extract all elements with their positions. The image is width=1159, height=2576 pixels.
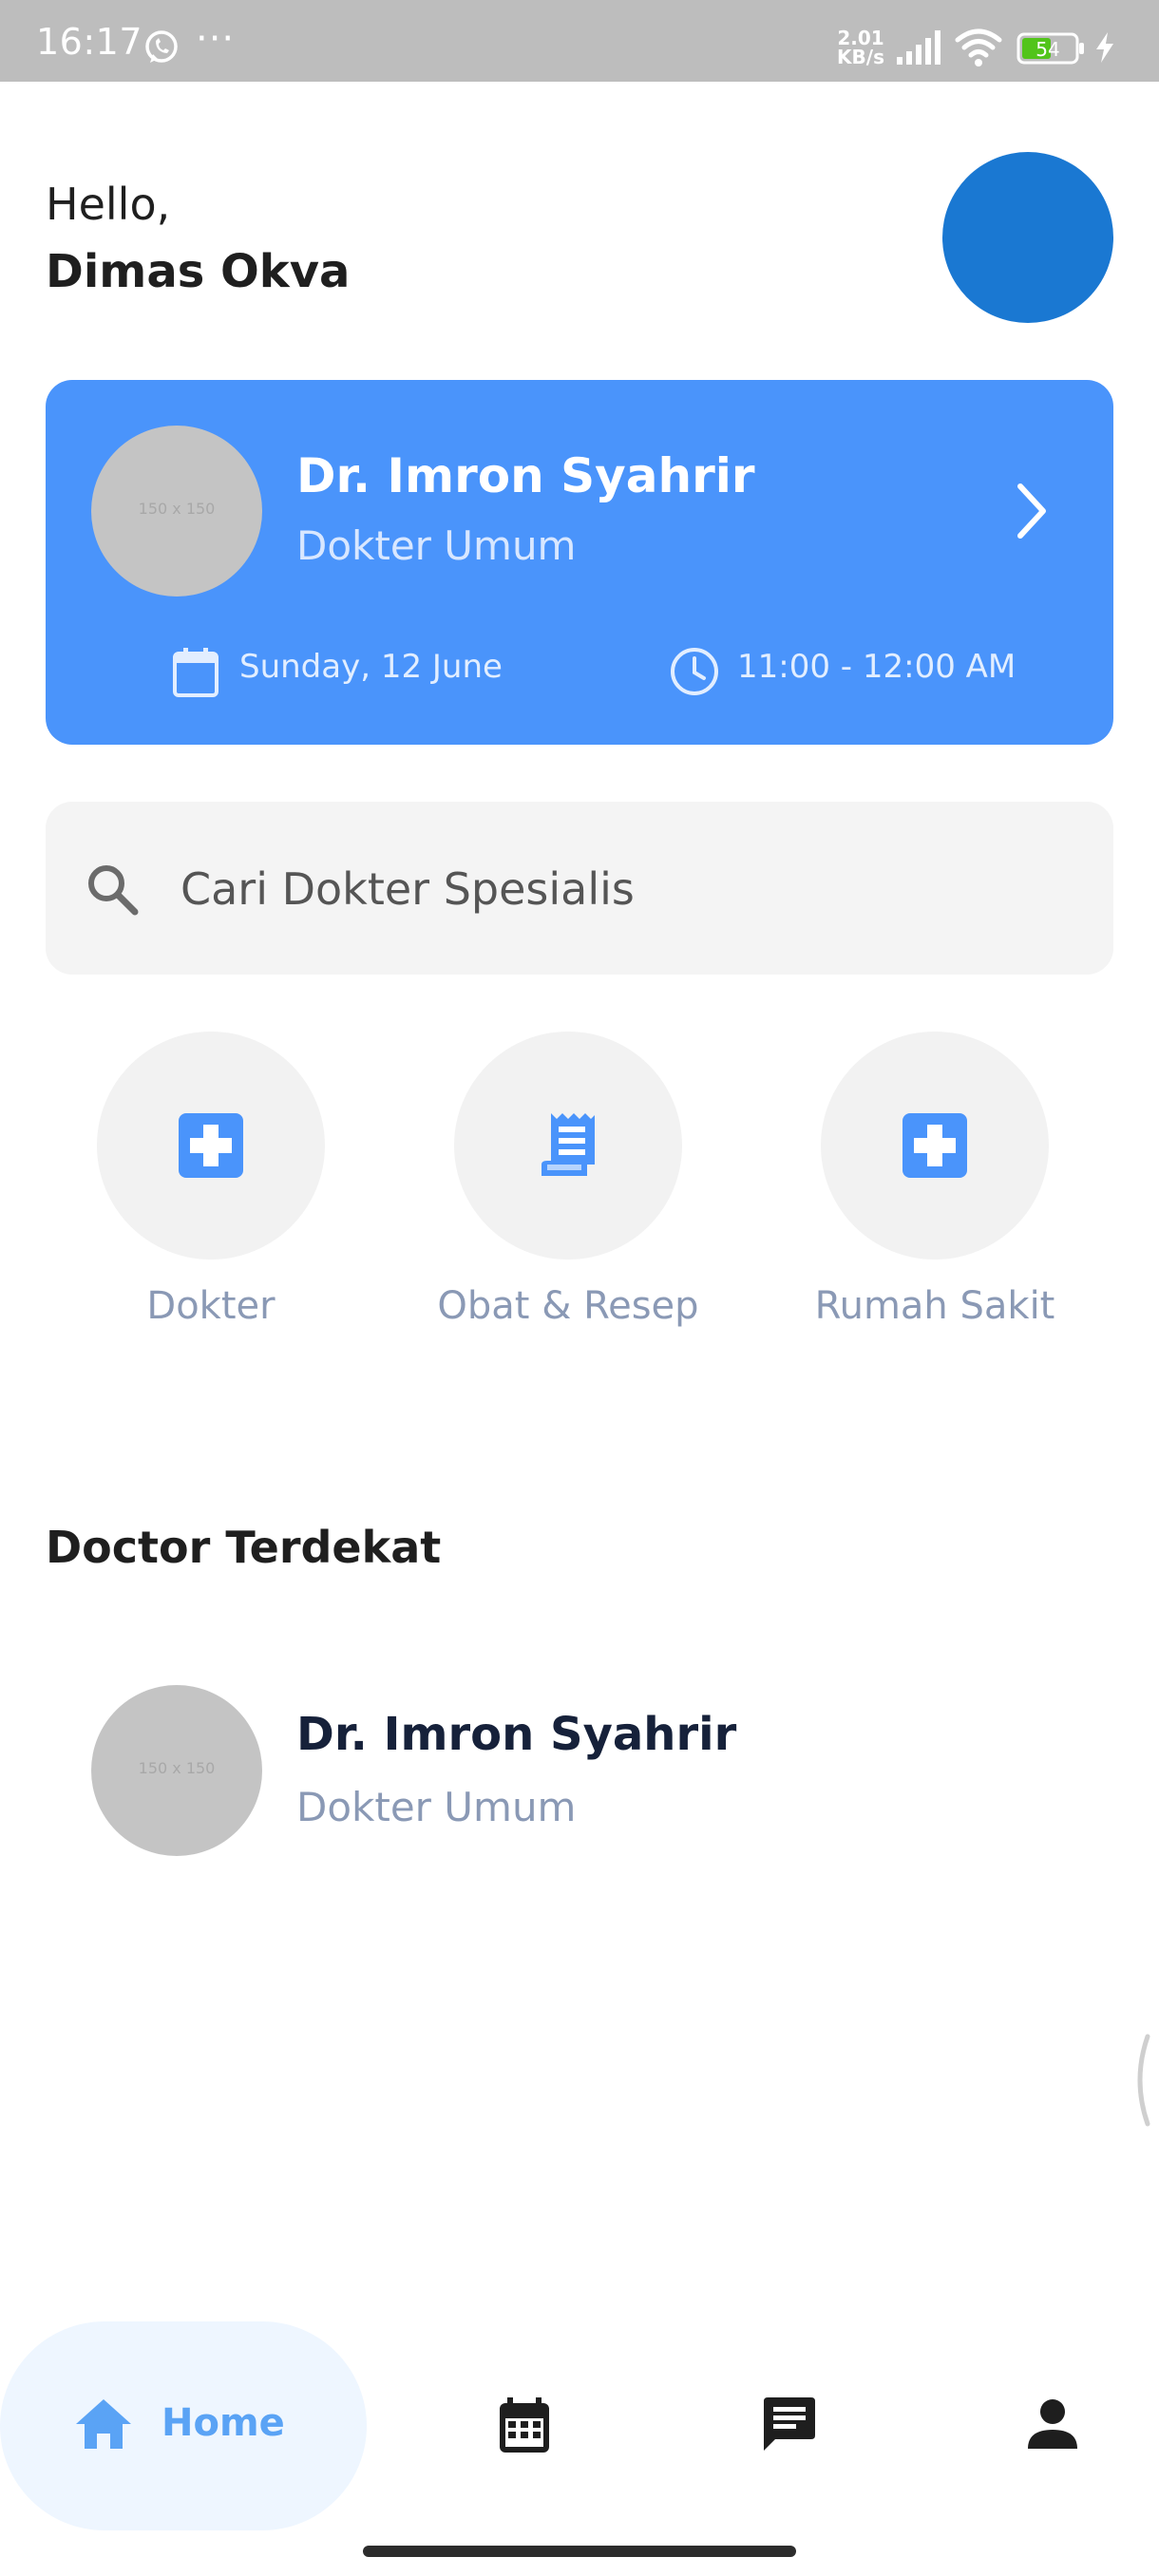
clock-icon bbox=[671, 648, 718, 695]
search-icon bbox=[88, 865, 139, 916]
category-obat-resep[interactable]: Obat & Resep bbox=[416, 1032, 720, 1328]
charging-icon bbox=[1096, 32, 1113, 63]
medical-cross-icon bbox=[902, 1113, 967, 1178]
user-name: Dimas Okva bbox=[46, 245, 351, 298]
whatsapp-icon bbox=[145, 30, 178, 63]
calendar-icon bbox=[173, 648, 218, 697]
home-indicator bbox=[363, 2546, 796, 2557]
signal-icon bbox=[897, 30, 940, 65]
greeting-text: Hello, bbox=[46, 179, 171, 230]
appointment-doctor-specialty: Dokter Umum bbox=[296, 522, 577, 569]
doctor-name[interactable]: Dr. Imron Syahrir bbox=[296, 1708, 736, 1761]
category-label: Rumah Sakit bbox=[814, 1284, 1055, 1328]
doctor-specialty: Dokter Umum bbox=[296, 1784, 577, 1830]
home-icon bbox=[76, 2399, 131, 2449]
category-dokter[interactable]: Dokter bbox=[59, 1032, 363, 1328]
doctor-photo: 150 x 150 bbox=[91, 426, 262, 597]
more-notifications-icon: ··· bbox=[196, 17, 236, 61]
chevron-right-icon[interactable] bbox=[1013, 481, 1051, 541]
category-icon-circle bbox=[821, 1032, 1049, 1260]
receipt-icon bbox=[542, 1113, 595, 1176]
user-avatar[interactable] bbox=[942, 152, 1113, 323]
search-input[interactable] bbox=[180, 853, 1036, 925]
category-icon-circle bbox=[97, 1032, 325, 1260]
person-icon[interactable] bbox=[1026, 2397, 1079, 2451]
doctor-photo: 150 x 150 bbox=[91, 1685, 262, 1856]
network-speed: 2.01 KB/s bbox=[837, 27, 884, 68]
chat-icon[interactable] bbox=[760, 2396, 819, 2454]
category-label: Obat & Resep bbox=[437, 1284, 699, 1328]
calendar-icon[interactable] bbox=[496, 2396, 553, 2456]
appointment-date: Sunday, 12 June bbox=[239, 648, 503, 686]
battery-icon: 54 bbox=[1016, 32, 1084, 65]
appointment-doctor-name: Dr. Imron Syahrir bbox=[296, 448, 755, 503]
category-label: Dokter bbox=[146, 1284, 276, 1328]
section-title: Doctor Terdekat bbox=[46, 1522, 442, 1573]
medical-cross-icon bbox=[179, 1113, 243, 1178]
nav-home-label: Home bbox=[162, 2401, 285, 2445]
appointment-time: 11:00 - 12:00 AM bbox=[737, 648, 1016, 686]
edge-swipe-handle[interactable] bbox=[1129, 2033, 1151, 2128]
battery-level: 54 bbox=[1036, 38, 1059, 61]
category-icon-circle bbox=[454, 1032, 682, 1260]
photo-placeholder-label: 150 x 150 bbox=[138, 500, 216, 518]
photo-placeholder-label: 150 x 150 bbox=[138, 1759, 216, 1777]
category-rumah-sakit[interactable]: Rumah Sakit bbox=[783, 1032, 1087, 1328]
status-time: 16:17 bbox=[36, 21, 143, 63]
wifi-icon bbox=[955, 28, 1002, 66]
